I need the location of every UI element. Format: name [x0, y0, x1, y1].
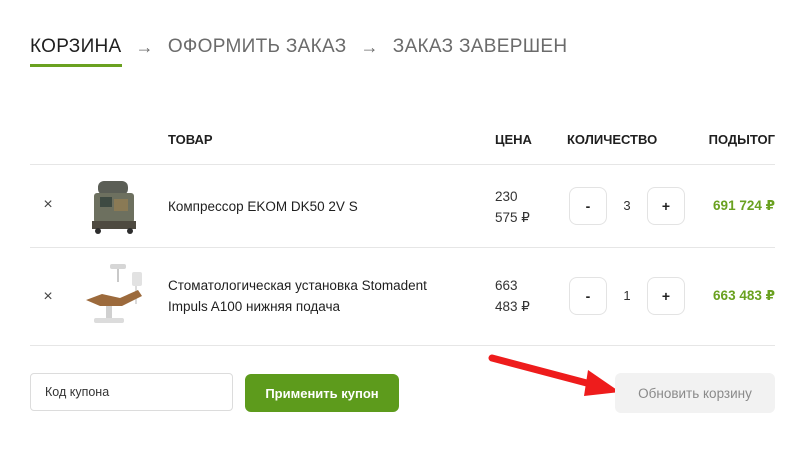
product-name-line[interactable]: Компрессор EKOM DK50 2V S — [168, 196, 468, 217]
compressor-image[interactable] — [80, 171, 150, 241]
arrow-right-icon: → — [360, 36, 379, 57]
row-subtotal: 663 483 ₽ — [713, 288, 775, 303]
price-line: 575 ₽ — [495, 210, 530, 225]
price-line: 663 — [495, 278, 518, 293]
header-price: ЦЕНА — [495, 132, 532, 147]
quantity-minus-button[interactable]: - — [569, 277, 607, 315]
product-name-line[interactable]: Стоматологическая установка Stomadent — [168, 275, 468, 296]
header-product: ТОВАР — [168, 132, 213, 147]
header-quantity: КОЛИЧЕСТВО — [567, 132, 658, 147]
coupon-code-input[interactable] — [30, 373, 233, 411]
step-checkout[interactable]: ОФОРМИТЬ ЗАКАЗ — [168, 36, 347, 58]
step-order-complete: ЗАКАЗ ЗАВЕРШЕН — [392, 36, 568, 57]
price-line: 483 ₽ — [495, 299, 530, 314]
quantity-value[interactable]: 3 — [617, 198, 637, 213]
product-name-line[interactable]: Impuls A100 нижняя подача — [168, 296, 468, 317]
quantity-value[interactable]: 1 — [617, 288, 637, 303]
remove-item-icon[interactable]: × — [40, 288, 56, 306]
quantity-plus-button[interactable]: + — [647, 187, 685, 225]
header-subtotal: ПОДЫТОГ — [708, 132, 775, 147]
step-cart[interactable]: КОРЗИНА — [30, 36, 122, 67]
table-row: × Компрессор EKOM DK50 2V S 230 575 ₽ - … — [0, 165, 800, 247]
price-line: 230 — [495, 189, 518, 204]
update-cart-button[interactable]: Обновить корзину — [615, 373, 775, 413]
quantity-plus-button[interactable]: + — [647, 277, 685, 315]
product-name[interactable]: Компрессор EKOM DK50 2V S — [168, 196, 468, 217]
product-name[interactable]: Стоматологическая установка Stomadent Im… — [168, 275, 468, 317]
arrow-right-icon: → — [135, 36, 154, 57]
divider — [30, 345, 775, 346]
quantity-minus-button[interactable]: - — [569, 187, 607, 225]
remove-item-icon[interactable]: × — [40, 196, 56, 214]
table-header: ТОВАР ЦЕНА КОЛИЧЕСТВО ПОДЫТОГ — [0, 132, 800, 152]
table-row: × Стоматологическая установка Stomadent … — [0, 248, 800, 345]
apply-coupon-button[interactable]: Применить купон — [245, 374, 399, 412]
red-arrow-annotation-icon — [488, 354, 620, 396]
dental-unit-image[interactable] — [80, 260, 150, 330]
product-price: 663 483 ₽ — [495, 275, 555, 317]
breadcrumb: КОРЗИНА → ОФОРМИТЬ ЗАКАЗ → ЗАКАЗ ЗАВЕРШЕ… — [30, 36, 568, 67]
row-subtotal: 691 724 ₽ — [713, 198, 775, 213]
product-price: 230 575 ₽ — [495, 186, 555, 228]
